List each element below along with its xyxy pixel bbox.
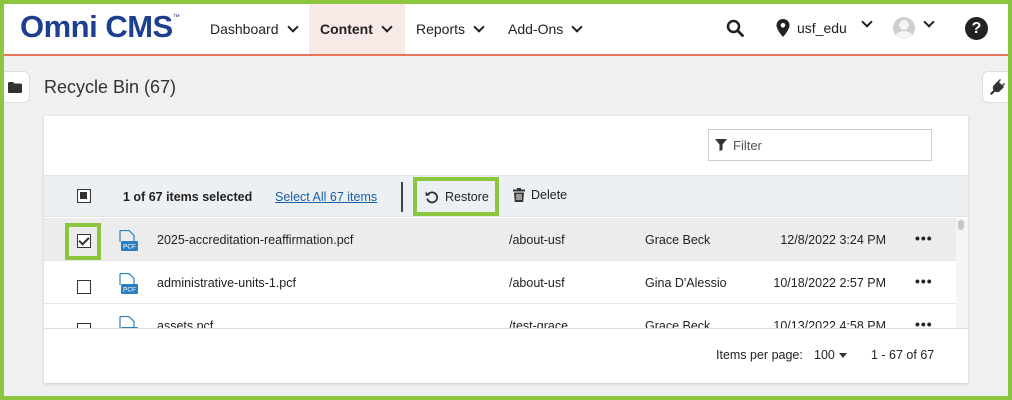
chevron-down-icon[interactable] <box>923 16 935 28</box>
gadgets-panel-tab[interactable] <box>982 71 1012 103</box>
recycle-bin-list: PCF 2025-accreditation-reaffirmation.pcf… <box>44 218 968 328</box>
pcf-file-icon: PCF <box>119 273 138 294</box>
delete-label: Delete <box>531 188 568 202</box>
nav-reports-label: Reports <box>416 21 466 37</box>
table-row[interactable]: PCF 2025-accreditation-reaffirmation.pcf… <box>44 218 956 261</box>
search-icon[interactable] <box>726 19 744 37</box>
top-nav: Omni CMS™ Dashboard Content Reports Add-… <box>0 0 1012 56</box>
selection-count: 1 of 67 items selected <box>123 190 253 204</box>
file-path: /test-grace <box>509 319 569 328</box>
more-options-icon[interactable]: ••• <box>915 230 933 246</box>
nav-content-label: Content <box>320 21 373 37</box>
row-checkbox[interactable] <box>77 234 91 248</box>
deleted-date: 10/13/2022 4:58 PM <box>773 319 886 328</box>
items-per-page-label: Items per page: <box>716 348 803 362</box>
more-options-icon[interactable]: ••• <box>915 273 933 289</box>
recycle-bin-panel: Filter 1 of 67 items selected Select All… <box>44 116 968 383</box>
list-scrollbar[interactable] <box>956 218 968 328</box>
nav-add-ons-label: Add-Ons <box>508 21 564 37</box>
select-all-checkbox[interactable] <box>77 189 91 203</box>
filter-placeholder: Filter <box>733 137 762 153</box>
user-avatar[interactable] <box>893 17 915 39</box>
deleted-by: Grace Beck <box>645 233 711 247</box>
help-icon[interactable]: ? <box>965 17 988 40</box>
chevron-down-icon <box>286 21 299 33</box>
pcf-file-icon: PCF <box>119 316 138 328</box>
folder-icon <box>8 81 22 93</box>
pcf-label: PCF <box>123 287 136 294</box>
row-checkbox[interactable] <box>77 280 91 294</box>
row-checkbox-wrap[interactable] <box>67 269 101 303</box>
chevron-down-icon <box>571 21 583 33</box>
select-all-link[interactable]: Select All 67 items <box>275 190 377 204</box>
file-path: /about-usf <box>509 233 565 247</box>
row-checkbox-highlight[interactable] <box>65 223 101 260</box>
row-checkbox-wrap[interactable] <box>67 312 101 328</box>
file-name[interactable]: 2025-accreditation-reaffirmation.pcf <box>157 233 353 247</box>
restore-label: Restore <box>445 189 489 204</box>
items-per-page-value: 100 <box>814 348 835 362</box>
nav-add-ons[interactable]: Add-Ons <box>498 4 591 54</box>
chevron-down-icon <box>473 21 485 33</box>
scrollbar-thumb[interactable] <box>958 220 964 230</box>
selection-toolbar: 1 of 67 items selected Select All 67 ite… <box>44 175 968 217</box>
plug-icon <box>990 79 1005 95</box>
deleted-by: Gina D'Alessio <box>645 276 727 290</box>
file-name[interactable]: administrative-units-1.pcf <box>157 276 296 290</box>
location-pin-icon[interactable] <box>776 19 790 37</box>
page-title: Recycle Bin (67) <box>44 77 177 97</box>
table-row[interactable]: PCF administrative-units-1.pcf /about-us… <box>44 261 956 304</box>
deleted-date: 10/18/2022 2:57 PM <box>773 276 886 290</box>
toolbar-divider <box>401 182 403 212</box>
pcf-file-icon: PCF <box>119 230 138 251</box>
site-selector[interactable]: usf_edu <box>797 20 847 36</box>
list-divider <box>44 328 968 329</box>
nav-content[interactable]: Content <box>309 4 405 54</box>
table-row[interactable]: PCF assets.pcf /test-grace Grace Beck 10… <box>44 304 956 328</box>
nav-dashboard[interactable]: Dashboard <box>200 4 307 54</box>
pcf-label: PCF <box>123 244 136 251</box>
trash-icon <box>513 188 525 202</box>
file-name[interactable]: assets.pcf <box>157 319 213 328</box>
caret-down-icon <box>838 352 847 358</box>
deleted-date: 12/8/2022 3:24 PM <box>780 233 886 247</box>
nav-dashboard-label: Dashboard <box>210 21 279 37</box>
deleted-by: Grace Beck <box>645 319 711 328</box>
file-path: /about-usf <box>509 276 565 290</box>
restore-button[interactable]: Restore <box>413 177 499 216</box>
items-per-page-select[interactable]: 100 <box>814 348 847 362</box>
delete-button[interactable]: Delete <box>513 188 567 202</box>
filter-input[interactable]: Filter <box>708 129 932 161</box>
chevron-down-icon[interactable] <box>861 16 873 28</box>
folder-panel-tab[interactable] <box>0 71 30 103</box>
pagination-range: 1 - 67 of 67 <box>871 348 935 362</box>
restore-icon <box>425 191 438 203</box>
chevron-down-icon <box>381 21 393 33</box>
nav-reports[interactable]: Reports <box>406 4 493 54</box>
omni-cms-logo[interactable]: Omni CMS™ <box>20 9 180 45</box>
more-options-icon[interactable]: ••• <box>915 316 933 328</box>
filter-icon <box>715 139 727 151</box>
